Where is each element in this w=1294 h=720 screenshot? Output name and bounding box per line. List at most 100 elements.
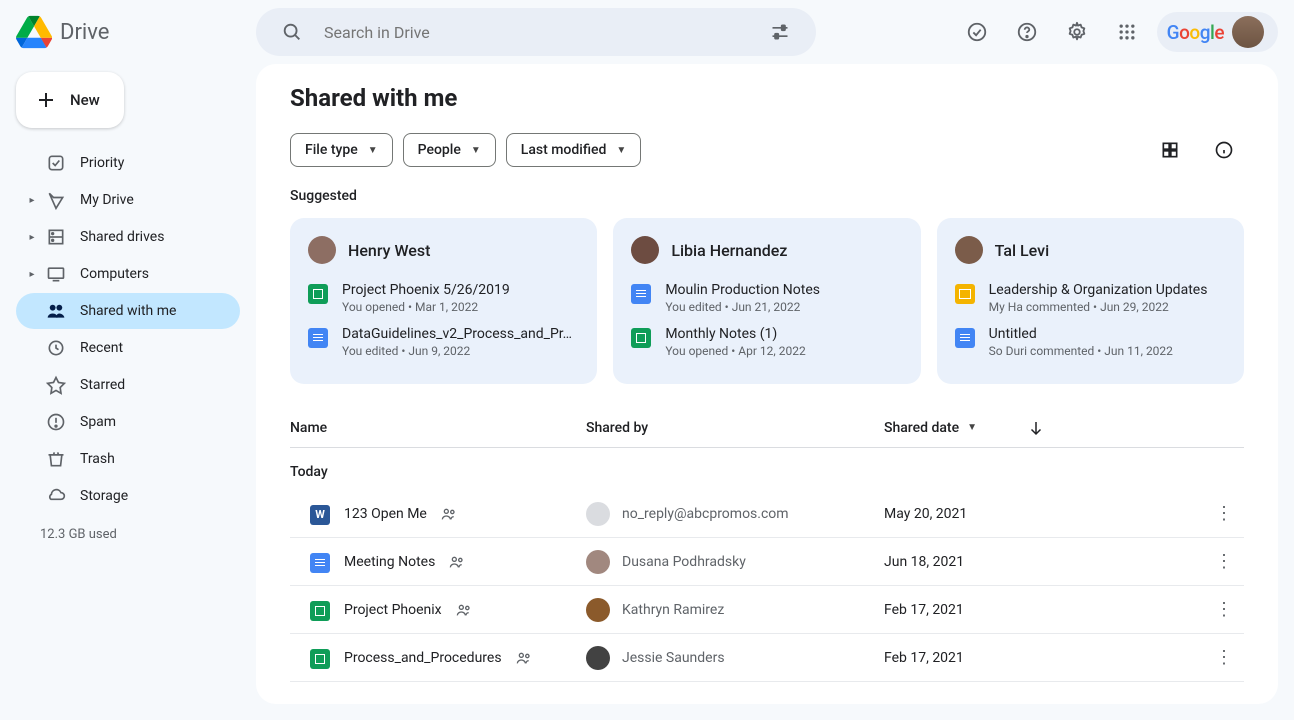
- suggested-file[interactable]: DataGuidelines_v2_Process_and_Pr…You edi…: [308, 326, 579, 358]
- col-header-shared-by[interactable]: Shared by: [586, 420, 884, 436]
- search-options-icon[interactable]: [760, 12, 800, 52]
- sidebar-item-trash[interactable]: Trash: [16, 441, 240, 477]
- sidebar-item-starred[interactable]: Starred: [16, 367, 240, 403]
- nav-icon: [44, 225, 68, 249]
- file-row[interactable]: Process_and_ProceduresJessie SaundersFeb…: [290, 634, 1244, 682]
- nav-icon: [44, 373, 68, 397]
- file-date: Feb 17, 2021: [884, 650, 1204, 666]
- sidebar-item-spam[interactable]: Spam: [16, 404, 240, 440]
- user-avatar[interactable]: [1232, 16, 1264, 48]
- account-switcher[interactable]: Google: [1157, 12, 1278, 52]
- filter-people[interactable]: People▼: [403, 133, 496, 167]
- suggested-file[interactable]: Untitled So Duri commented • Jun 11, 2022: [955, 326, 1226, 358]
- docs-icon: [310, 553, 330, 573]
- suggested-card[interactable]: Henry West Project Phoenix 5/26/2019You o…: [290, 218, 597, 384]
- nav-icon: [44, 484, 68, 508]
- list-header: Name Shared by Shared date▼: [290, 408, 1244, 448]
- file-row[interactable]: W123 Open Meno_reply@abcpromos.comMay 20…: [290, 490, 1244, 538]
- storage-used[interactable]: 12.3 GB used: [16, 515, 240, 554]
- apps-grid-icon[interactable]: [1107, 12, 1147, 52]
- person-avatar: [631, 236, 659, 264]
- suggested-file[interactable]: Moulin Production NotesYou edited • Jun …: [631, 282, 902, 314]
- suggested-person: Tal Levi: [955, 236, 1226, 264]
- suggested-file[interactable]: Project Phoenix 5/26/2019You opened • Ma…: [308, 282, 579, 314]
- file-meta: So Duri commented • Jun 11, 2022: [989, 344, 1173, 358]
- page-title: Shared with me: [290, 84, 1244, 112]
- file-name: Untitled: [989, 326, 1173, 342]
- plus-icon: [34, 88, 58, 112]
- grid-view-icon[interactable]: [1150, 130, 1190, 170]
- topbar-actions: Google: [957, 12, 1278, 52]
- nav-label: Recent: [80, 340, 123, 356]
- sort-direction-icon[interactable]: [1027, 419, 1045, 437]
- help-icon[interactable]: [1007, 12, 1047, 52]
- col-header-shared-date[interactable]: Shared date▼: [884, 419, 1244, 437]
- brand[interactable]: Drive: [16, 14, 256, 50]
- new-button[interactable]: New: [16, 72, 124, 128]
- sheets-icon: [631, 328, 651, 348]
- suggested-row: Henry West Project Phoenix 5/26/2019You o…: [290, 218, 1244, 384]
- col-header-name[interactable]: Name: [290, 420, 586, 436]
- chevron-down-icon: ▼: [616, 145, 626, 156]
- main-content: Shared with me File type▼ People▼ Last mod…: [256, 64, 1278, 704]
- new-button-label: New: [70, 91, 100, 109]
- search-icon[interactable]: [272, 12, 312, 52]
- file-name: DataGuidelines_v2_Process_and_Pr…: [342, 326, 572, 342]
- nav-label: Storage: [80, 488, 128, 504]
- sidebar: New Priority▸My Drive▸Shared drives▸Comp…: [0, 64, 256, 720]
- file-date: Feb 17, 2021: [884, 602, 1204, 618]
- nav-label: Starred: [80, 377, 125, 393]
- sidebar-item-recent[interactable]: Recent: [16, 330, 240, 366]
- settings-icon[interactable]: [1057, 12, 1097, 52]
- nav-icon: [44, 336, 68, 360]
- docs-icon: [308, 328, 328, 348]
- search-bar[interactable]: [256, 8, 816, 56]
- file-meta: You edited • Jun 21, 2022: [665, 300, 820, 314]
- more-actions-icon[interactable]: ⋮: [1204, 551, 1244, 572]
- nav-label: Computers: [80, 266, 149, 282]
- suggested-card[interactable]: Tal Levi Leadership & Organization Update…: [937, 218, 1244, 384]
- suggested-file[interactable]: Leadership & Organization UpdatesMy Ha c…: [955, 282, 1226, 314]
- nav-label: Priority: [80, 155, 124, 171]
- sidebar-item-priority[interactable]: Priority: [16, 145, 240, 181]
- sidebar-item-shared-drives[interactable]: ▸ Shared drives: [16, 219, 240, 255]
- sidebar-item-my-drive[interactable]: ▸My Drive: [16, 182, 240, 218]
- details-icon[interactable]: [1204, 130, 1244, 170]
- suggested-card[interactable]: Libia Hernandez Moulin Production NotesYo…: [613, 218, 920, 384]
- more-actions-icon[interactable]: ⋮: [1204, 503, 1244, 524]
- docs-icon: [631, 284, 651, 304]
- search-input[interactable]: [324, 23, 748, 42]
- sidebar-item-shared-with-me[interactable]: Shared with me: [16, 293, 240, 329]
- owner-name: Dusana Podhradsky: [622, 554, 746, 570]
- list-section-today: Today: [290, 448, 1244, 490]
- sheets-icon: [310, 649, 330, 669]
- nav-label: Trash: [80, 451, 115, 467]
- filter-last-modified[interactable]: Last modified▼: [506, 133, 642, 167]
- suggested-file[interactable]: Monthly Notes (1)You opened • Apr 12, 20…: [631, 326, 902, 358]
- filter-file-type[interactable]: File type▼: [290, 133, 393, 167]
- owner-name: no_reply@abcpromos.com: [622, 506, 789, 522]
- owner-avatar: [586, 598, 610, 622]
- expand-icon[interactable]: ▸: [24, 269, 40, 280]
- expand-icon[interactable]: ▸: [24, 232, 40, 243]
- chevron-down-icon: ▼: [368, 145, 378, 156]
- more-actions-icon[interactable]: ⋮: [1204, 599, 1244, 620]
- suggested-person: Libia Hernandez: [631, 236, 902, 264]
- nav-label: Shared drives: [80, 229, 164, 245]
- sidebar-item-storage[interactable]: Storage: [16, 478, 240, 514]
- nav-icon: [44, 151, 68, 175]
- file-row[interactable]: Meeting NotesDusana PodhradskyJun 18, 20…: [290, 538, 1244, 586]
- more-actions-icon[interactable]: ⋮: [1204, 647, 1244, 668]
- nav-icon: [44, 188, 68, 212]
- owner-avatar: [586, 502, 610, 526]
- file-date: May 20, 2021: [884, 506, 1204, 522]
- shared-icon: [449, 554, 465, 570]
- expand-icon[interactable]: ▸: [24, 195, 40, 206]
- nav-icon: [44, 262, 68, 286]
- sidebar-item-computers[interactable]: ▸ Computers: [16, 256, 240, 292]
- file-meta: You opened • Mar 1, 2022: [342, 300, 510, 314]
- suggested-person: Henry West: [308, 236, 579, 264]
- file-row[interactable]: Project PhoenixKathryn RamirezFeb 17, 20…: [290, 586, 1244, 634]
- offline-ready-icon[interactable]: [957, 12, 997, 52]
- brand-name: Drive: [60, 20, 109, 45]
